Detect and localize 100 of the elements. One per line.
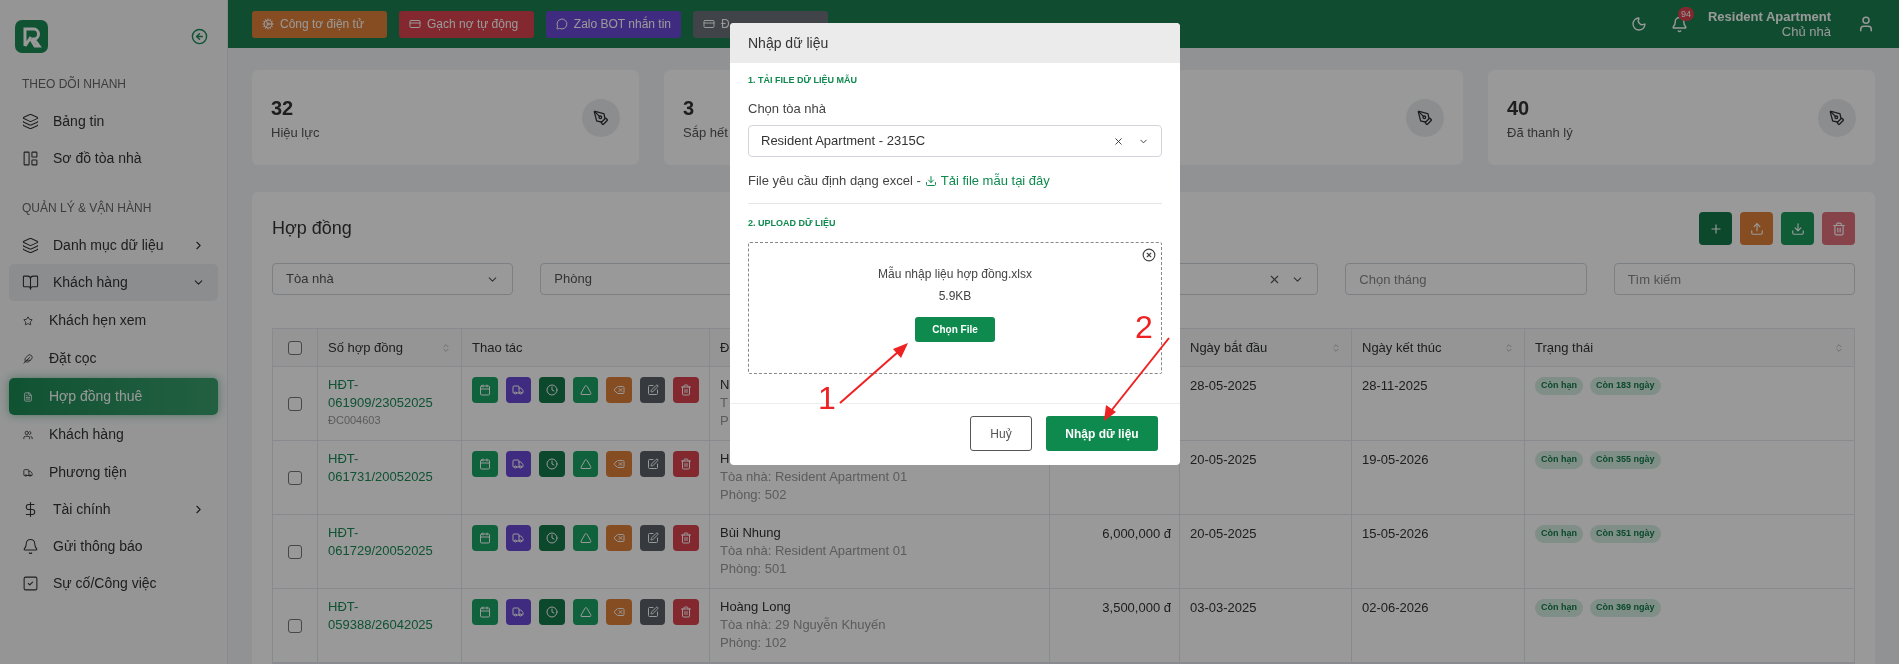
row-action-button[interactable]	[472, 599, 498, 625]
row-action-button[interactable]	[505, 377, 532, 403]
row-action-button[interactable]	[472, 525, 498, 551]
book-icon	[22, 274, 39, 291]
row-action-button[interactable]	[539, 599, 565, 625]
column-header[interactable]: Số hợp đồng	[318, 329, 462, 366]
row-action-button[interactable]	[673, 377, 700, 403]
checkbox[interactable]	[288, 544, 302, 559]
truck-icon	[512, 384, 525, 396]
building-select[interactable]: Resident Apartment - 2315C	[748, 125, 1162, 157]
row-action-button[interactable]	[539, 377, 565, 403]
template-link[interactable]: Tải file mẫu tại đây	[924, 171, 1050, 191]
row-action-button[interactable]	[606, 377, 632, 403]
row-action-button[interactable]	[673, 525, 700, 551]
stat-label: Hiệu lực	[271, 123, 320, 142]
nav-subitem[interactable]: Khách hẹn xem	[9, 302, 218, 339]
toolbar-button[interactable]: Zalo BOT nhắn tin	[546, 10, 681, 38]
row-action-button[interactable]	[472, 377, 498, 403]
row-action-button[interactable]	[539, 451, 565, 477]
nav-subitem[interactable]: Khách hàng	[9, 416, 218, 453]
trash-icon	[1831, 221, 1846, 236]
column-header[interactable]: Ngày kết thúc	[1352, 329, 1525, 366]
layers-icon	[22, 113, 39, 130]
nav-item[interactable]: Tài chính	[9, 491, 218, 528]
contract-code-link[interactable]: HĐT-059388/26042025	[328, 598, 438, 634]
row-action-button[interactable]	[606, 599, 632, 625]
nav-item[interactable]: Bảng tin	[9, 103, 218, 140]
row-action-button[interactable]	[505, 599, 532, 625]
filter-select[interactable]: Tòa nhà	[272, 263, 514, 295]
row-action-button[interactable]	[673, 599, 700, 625]
row-action-button[interactable]	[606, 451, 632, 477]
contract-code-link[interactable]: HĐT-061731/20052025	[328, 450, 438, 486]
row-action-button[interactable]	[505, 525, 532, 551]
rent-price: 6,000,000 đ	[1102, 525, 1171, 543]
document-icon	[23, 391, 33, 402]
row-action-button[interactable]	[673, 451, 700, 477]
end-date: 02-06-2026	[1362, 600, 1429, 615]
checkbox[interactable]	[288, 618, 302, 633]
start-date: 28-05-2025	[1190, 378, 1257, 393]
filter-input[interactable]: Tìm kiếm	[1613, 263, 1855, 295]
cancel-button[interactable]: Huỷ	[970, 416, 1032, 451]
row-action-button[interactable]	[639, 377, 666, 403]
stat-value: 32	[271, 95, 294, 121]
delete-button[interactable]	[1822, 212, 1855, 245]
room-name: Phòng: 501	[720, 560, 787, 578]
sort-icon	[441, 342, 451, 353]
dark-mode-icon[interactable]	[1630, 16, 1647, 32]
contract-code-link[interactable]: HĐT-061729/20052025	[328, 524, 438, 560]
plus-icon	[1708, 221, 1723, 236]
nav-subitem[interactable]: Hợp đồng thuê	[9, 378, 218, 415]
row-action-button[interactable]	[572, 377, 599, 403]
notification-icon[interactable]	[1670, 15, 1688, 33]
toolbar-button[interactable]: Gạch nợ tự động	[399, 10, 534, 38]
row-action-button[interactable]	[505, 451, 532, 477]
remove-file-icon[interactable]	[1142, 248, 1156, 262]
choose-file-button[interactable]: Chọn File	[915, 317, 995, 342]
row-action-button[interactable]	[639, 525, 666, 551]
nav-item[interactable]: Sơ đồ tòa nhà	[9, 140, 218, 177]
add-button[interactable]	[1699, 212, 1732, 245]
edit-icon	[646, 384, 659, 396]
room-name: Phòng: 502	[720, 486, 787, 504]
nav-item[interactable]: Sự cố/Công việc	[9, 565, 218, 602]
row-action-button[interactable]	[572, 599, 599, 625]
row-action-button[interactable]	[639, 599, 666, 625]
row-action-button[interactable]	[639, 451, 666, 477]
clear-icon[interactable]	[1113, 135, 1124, 147]
download-button[interactable]	[1781, 212, 1814, 245]
nav-subitem[interactable]: Phương tiện	[9, 454, 218, 491]
user-icon[interactable]	[1857, 15, 1875, 33]
nav-item[interactable]: Gửi thông báo	[9, 528, 218, 565]
checkbox[interactable]	[288, 470, 302, 485]
row-action-button[interactable]	[539, 525, 565, 551]
collapse-icon[interactable]	[191, 28, 208, 45]
row-action-button[interactable]	[606, 525, 632, 551]
upload-button[interactable]	[1740, 212, 1773, 245]
status-tag: Còn 351 ngày	[1590, 525, 1661, 543]
contract-code-link[interactable]: HĐT-061909/23052025	[328, 376, 438, 412]
dialog-title: Nhập dữ liệu	[748, 33, 829, 53]
backspace-icon	[613, 458, 626, 470]
checkbox[interactable]	[288, 396, 302, 411]
layout-icon	[22, 150, 39, 167]
truck-icon	[512, 606, 525, 618]
trash-icon	[680, 384, 693, 396]
row-action-button[interactable]	[572, 451, 599, 477]
status-tag: Còn hạn	[1535, 451, 1583, 469]
import-button[interactable]: Nhập dữ liệu	[1046, 416, 1158, 451]
row-action-button[interactable]	[572, 525, 599, 551]
trash-icon	[680, 532, 693, 544]
nav-subitem[interactable]: Đặt cọc	[9, 340, 218, 377]
filter-input[interactable]: Chọn tháng	[1345, 263, 1587, 295]
column-header[interactable]: Trạng thái	[1525, 329, 1854, 366]
notification-badge: 94	[1677, 6, 1694, 21]
row-action-button[interactable]	[472, 451, 498, 477]
nav-item[interactable]: Khách hàng	[9, 264, 218, 301]
users-icon	[23, 429, 33, 440]
checkbox[interactable]	[288, 340, 302, 355]
stat-label: Đã thanh lý	[1507, 123, 1573, 142]
nav-item[interactable]: Danh mục dữ liệu	[9, 227, 218, 264]
start-date: 20-05-2025	[1190, 452, 1257, 467]
triangle-icon	[579, 532, 592, 544]
